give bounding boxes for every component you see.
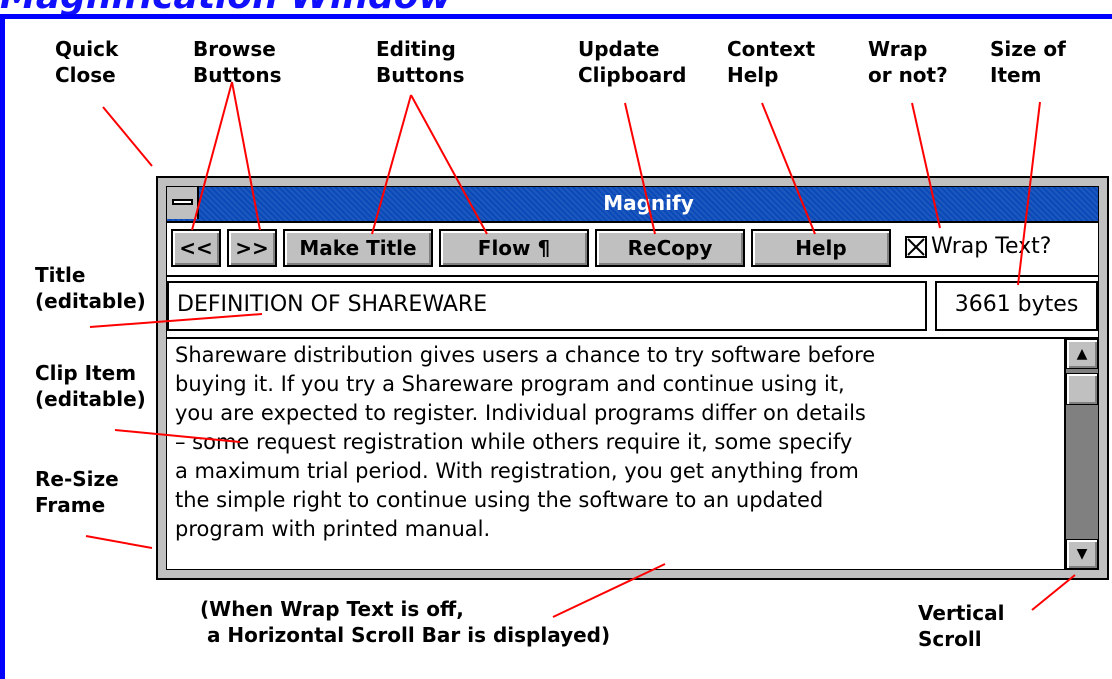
leader-wrap bbox=[911, 102, 941, 229]
leader-browse-prev bbox=[191, 81, 233, 231]
leader-browse-next bbox=[231, 81, 261, 231]
leader-vertical-scroll bbox=[1031, 574, 1076, 611]
leader-horizontal-note bbox=[552, 563, 666, 618]
leader-resize-frame bbox=[85, 535, 153, 549]
leader-make-title bbox=[371, 94, 412, 235]
leader-size bbox=[1017, 101, 1041, 286]
leader-title bbox=[89, 313, 263, 328]
leader-recopy bbox=[624, 102, 656, 235]
annotation-leader-lines bbox=[85, 81, 1076, 618]
leader-quick-close bbox=[102, 106, 153, 167]
leader-help bbox=[761, 102, 816, 235]
leader-flow bbox=[410, 94, 488, 235]
leader-clip-item bbox=[114, 429, 241, 443]
